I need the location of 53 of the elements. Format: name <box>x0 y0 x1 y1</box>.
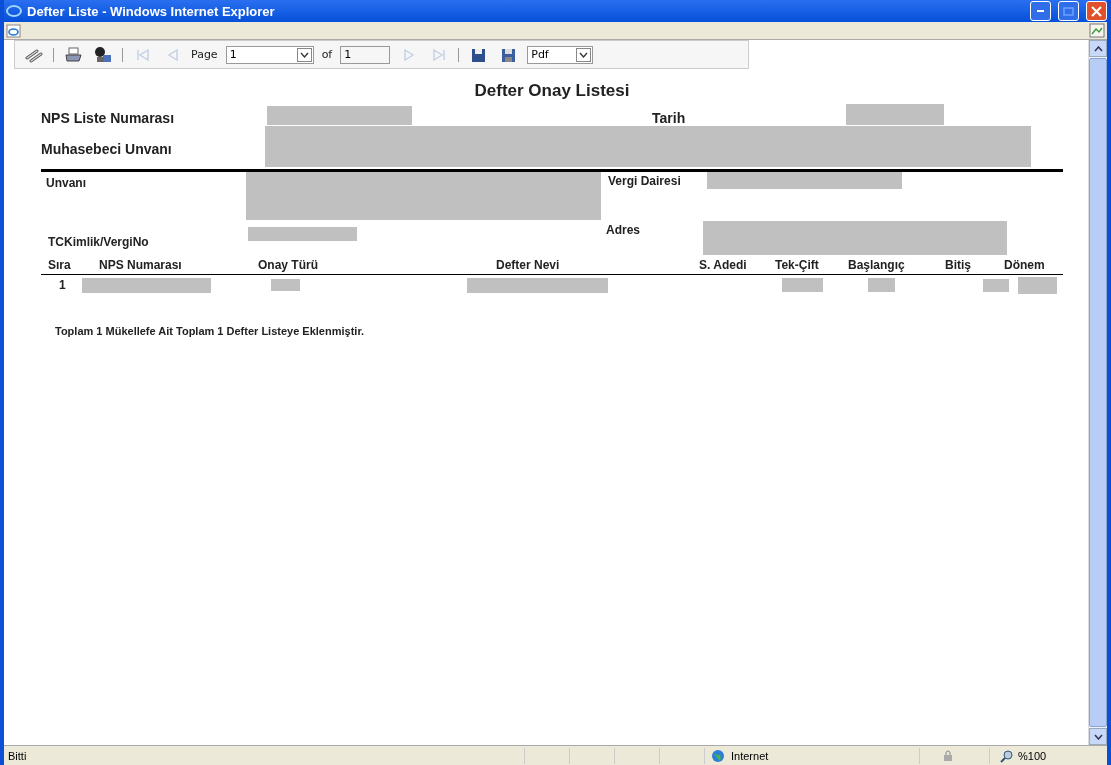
field-label: Vergi Dairesi <box>608 174 682 188</box>
page-count-field: 1 <box>340 45 391 64</box>
close-icon <box>1091 5 1102 17</box>
close-button[interactable] <box>1086 1 1107 21</box>
magnifier-icon <box>1000 748 1014 763</box>
dropdown[interactable]: 1 <box>225 45 314 64</box>
column-header: Onay Türü <box>258 258 319 272</box>
page-icon <box>6 23 21 38</box>
toolbar-label: Page <box>191 48 218 61</box>
field-label: Tarih <box>652 110 687 126</box>
summary-text: Toplam 1 Mükellefe Ait Toplam 1 Defter Listeye Eklenmiştir. <box>55 325 366 337</box>
column-header: S. Adedi <box>699 258 748 272</box>
redacted-block <box>983 278 1009 292</box>
minimize-icon <box>1037 10 1044 12</box>
column-header: Başlangıç <box>848 258 906 272</box>
column-header: Bitiş <box>945 258 972 272</box>
column-header: Sıra <box>47 258 72 272</box>
zone-label: Internet <box>731 749 769 762</box>
dropdown[interactable]: Pdf <box>527 45 594 64</box>
scroll-up-button[interactable] <box>1089 40 1107 57</box>
field-label: Unvanı <box>46 176 87 190</box>
status-text: Bitti <box>7 749 28 762</box>
field-label: TCKimlik/VergiNo <box>48 235 150 249</box>
column-header: Dönem <box>1004 258 1046 272</box>
table-cell-text: 1 <box>58 278 67 292</box>
field-label: NPS Liste Numarası <box>41 110 176 126</box>
minimize-button[interactable] <box>1030 1 1051 21</box>
redacted-block <box>1018 276 1057 294</box>
redacted-block <box>782 278 823 292</box>
chevron-down-icon <box>1093 733 1103 740</box>
browser-logo-icon <box>6 3 22 19</box>
redacted-block <box>868 278 895 292</box>
globe-icon <box>711 748 725 763</box>
column-header: Defter Nevi <box>496 258 561 272</box>
maximize-icon <box>1063 6 1074 16</box>
printer-icon <box>63 45 83 64</box>
toolbar-label: of <box>321 48 333 61</box>
window-title: Defter Liste - Windows Internet Explorer <box>27 3 276 19</box>
scroll-down-button[interactable] <box>1089 728 1107 745</box>
maximize-button[interactable] <box>1058 1 1079 21</box>
picture-frame-icon[interactable] <box>1089 23 1105 38</box>
column-header: Tek-Çift <box>775 258 820 272</box>
field-label: Adres <box>606 223 641 237</box>
report-title: Defter Onay Listesi <box>473 81 631 102</box>
caret-icon <box>579 51 589 58</box>
zoom-level[interactable]: %100 <box>1018 749 1047 762</box>
field-label: Muhasebeci Unvanı <box>41 141 173 157</box>
scrollbar-thumb[interactable] <box>1089 58 1107 727</box>
column-header: NPS Numarası <box>98 258 183 272</box>
chevron-up-icon <box>1093 45 1103 52</box>
redacted-block <box>271 279 300 291</box>
caret-icon <box>299 51 309 58</box>
printer-button[interactable] <box>62 44 84 65</box>
